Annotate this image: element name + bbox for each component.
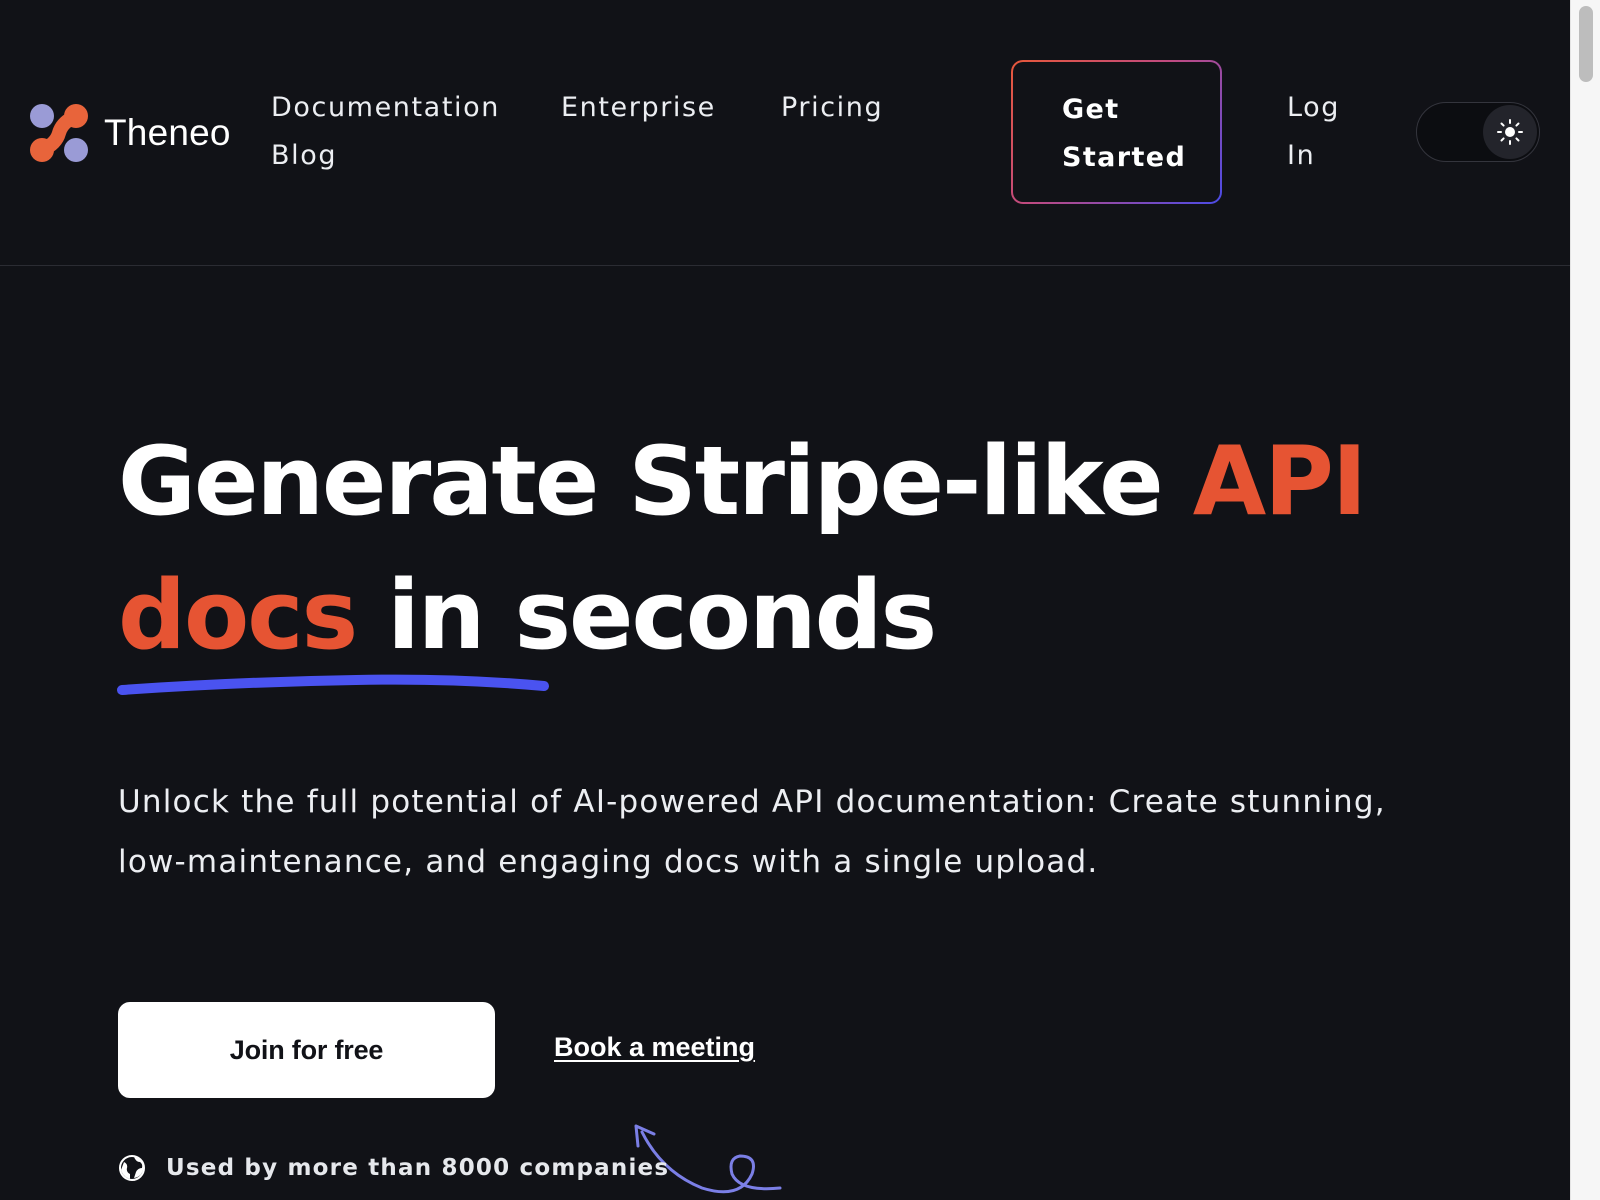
toggle-knob [1483, 105, 1537, 159]
hero-title-accent-api: API [1192, 427, 1367, 537]
get-started-inner: Get Started [1013, 62, 1220, 202]
join-for-free-button[interactable]: Join for free [118, 1002, 495, 1098]
get-started-button[interactable]: Get Started [1011, 60, 1222, 204]
nav-login[interactable]: Log In [1287, 84, 1347, 180]
logo[interactable]: Theneo [28, 102, 231, 164]
social-proof: Used by more than 8000 companies [118, 1154, 669, 1182]
hero-title-part2: in seconds [356, 561, 937, 671]
page: Theneo Documentation Blog Enterprise Pri… [0, 0, 1600, 1200]
theneo-logo-icon [30, 104, 88, 162]
theme-toggle[interactable] [1416, 102, 1540, 162]
hero-subtitle: Unlock the full potential of AI-powered … [118, 784, 1386, 880]
hero-title: Generate Stripe-like API docs in seconds [118, 415, 1418, 683]
brand-name: Theneo [104, 112, 231, 153]
nav-documentation[interactable]: Documentation [271, 84, 500, 132]
hero-title-part1: Generate Stripe-like [118, 427, 1193, 537]
hero-underline-stroke [117, 674, 549, 695]
hero-title-accent-docs: docs [118, 561, 358, 671]
get-started-label: Get Started [1062, 94, 1187, 173]
globe-icon [119, 1155, 145, 1181]
social-proof-text: Used by more than 8000 companies [166, 1155, 670, 1181]
nav-pricing[interactable]: Pricing [781, 84, 883, 132]
scrollbar-thumb[interactable] [1579, 6, 1593, 82]
book-a-meeting-link[interactable]: Book a meeting [554, 1032, 755, 1063]
sun-icon [1497, 119, 1523, 145]
nav-blog[interactable]: Blog [271, 132, 337, 180]
nav-enterprise[interactable]: Enterprise [561, 84, 716, 132]
scrollbar[interactable] [1570, 0, 1600, 1200]
site-header: Theneo Documentation Blog Enterprise Pri… [0, 0, 1570, 266]
